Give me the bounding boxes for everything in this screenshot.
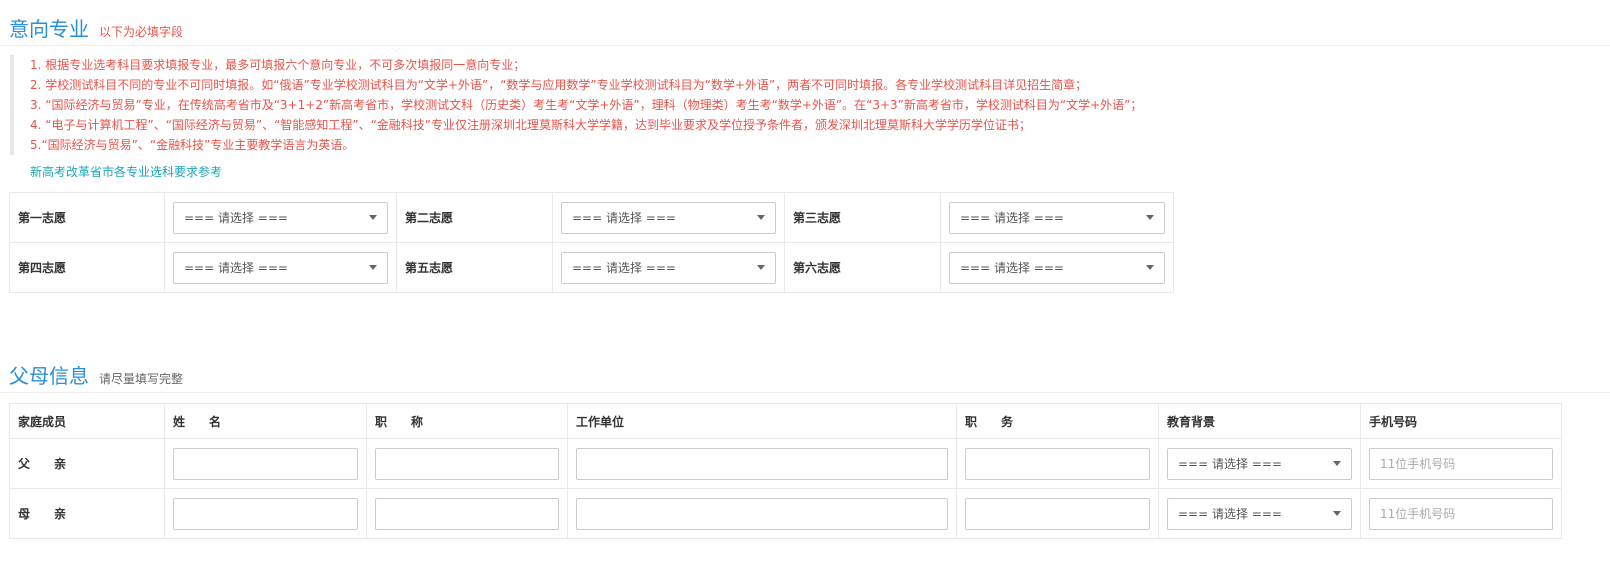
member-father: 父 亲	[9, 438, 165, 489]
cell: === 请选择 ===	[1158, 438, 1361, 489]
note-line-2: 2. 学校测试科目不同的专业不可同时填报。如“俄语”专业学校测试科目为“文学+外…	[30, 78, 1088, 92]
parents-section-subtitle: 请尽量填写完整	[99, 372, 184, 386]
header-phone: 手机号码	[1360, 403, 1562, 439]
mother-employer-input[interactable]	[576, 497, 948, 530]
choice-select-6[interactable]: === 请选择 ===	[949, 251, 1165, 284]
choice-select-1-value: === 请选择 ===	[184, 210, 288, 225]
choice-select-1[interactable]: === 请选择 ===	[173, 201, 388, 234]
choice-cell-1: === 请选择 ===	[164, 192, 397, 243]
father-position-input[interactable]	[965, 447, 1150, 480]
chevron-down-icon	[757, 264, 765, 270]
table-row: 母 亲 === 请选择 === 11位手机号码	[9, 488, 1562, 539]
chevron-down-icon	[369, 264, 377, 270]
mother-position-input[interactable]	[965, 497, 1150, 530]
header-title: 职 称	[366, 403, 568, 439]
choice-cell-3: === 请选择 ===	[940, 192, 1174, 243]
father-education-value: === 请选择 ===	[1178, 456, 1282, 471]
cell	[956, 438, 1159, 489]
choices-row: 第一志愿 === 请选择 === 第二志愿 === 请选择 === 第三志愿 =…	[9, 192, 1174, 243]
header-name: 姓 名	[164, 403, 367, 439]
chevron-down-icon	[1333, 510, 1341, 516]
major-section-subtitle: 以下为必填字段	[99, 25, 184, 39]
mother-education-select[interactable]: === 请选择 ===	[1167, 497, 1352, 530]
cell	[567, 488, 957, 539]
major-section-title: 意向专业	[9, 17, 89, 41]
choice-select-5-value: === 请选择 ===	[572, 260, 676, 275]
divider	[0, 45, 1610, 46]
header-member: 家庭成员	[9, 403, 165, 439]
choice-label-3: 第三志愿	[784, 192, 941, 243]
mother-phone-input[interactable]: 11位手机号码	[1369, 497, 1553, 530]
parents-table: 家庭成员 姓 名 职 称 工作单位 职 务 教育背景 手机号码 父 亲 === …	[9, 403, 1562, 539]
choice-select-3-value: === 请选择 ===	[960, 210, 1064, 225]
chevron-down-icon	[757, 214, 765, 220]
chevron-down-icon	[1146, 214, 1154, 220]
parents-section-header: 父母信息 请尽量填写完整	[9, 360, 183, 389]
choice-label-6: 第六志愿	[784, 242, 941, 293]
note-line-3: 3. “国际经济与贸易”专业，在传统高考省市及“3+1+2”新高考省市，学校测试…	[30, 98, 1143, 112]
choice-cell-5: === 请选择 ===	[552, 242, 785, 293]
choice-select-2[interactable]: === 请选择 ===	[561, 201, 776, 234]
note-line-1: 1. 根据专业选考科目要求填报专业，最多可填报六个意向专业，不可多次填报同一意向…	[30, 58, 526, 72]
table-row: 父 亲 === 请选择 === 11位手机号码	[9, 438, 1562, 489]
major-section-header: 意向专业 以下为必填字段	[9, 13, 183, 42]
note-line-5: 5.“国际经济与贸易”、“金融科技”专业主要教学语言为英语。	[30, 138, 355, 152]
mother-title-input[interactable]	[375, 497, 559, 530]
cell	[956, 488, 1159, 539]
header-employer: 工作单位	[567, 403, 957, 439]
choice-select-5[interactable]: === 请选择 ===	[561, 251, 776, 284]
cell: 11位手机号码	[1360, 488, 1562, 539]
father-education-select[interactable]: === 请选择 ===	[1167, 447, 1352, 480]
choice-select-3[interactable]: === 请选择 ===	[949, 201, 1165, 234]
choice-select-4-value: === 请选择 ===	[184, 260, 288, 275]
cell	[366, 488, 568, 539]
member-mother: 母 亲	[9, 488, 165, 539]
cell	[164, 438, 367, 489]
choice-select-6-value: === 请选择 ===	[960, 260, 1064, 275]
cell	[366, 438, 568, 489]
chevron-down-icon	[369, 214, 377, 220]
choice-cell-2: === 请选择 ===	[552, 192, 785, 243]
major-choices-table: 第一志愿 === 请选择 === 第二志愿 === 请选择 === 第三志愿 =…	[9, 192, 1174, 293]
parents-section-title: 父母信息	[9, 364, 89, 388]
chevron-down-icon	[1146, 264, 1154, 270]
choice-label-4: 第四志愿	[9, 242, 165, 293]
choice-cell-6: === 请选择 ===	[940, 242, 1174, 293]
chevron-down-icon	[1333, 460, 1341, 466]
cell: 11位手机号码	[1360, 438, 1562, 489]
note-line-4: 4. “电子与计算机工程”、“国际经济与贸易”、“智能感知工程”、“金融科技”专…	[30, 118, 1032, 132]
father-name-input[interactable]	[173, 447, 358, 480]
choice-cell-4: === 请选择 ===	[164, 242, 397, 293]
choice-label-1: 第一志愿	[9, 192, 165, 243]
choices-row: 第四志愿 === 请选择 === 第五志愿 === 请选择 === 第六志愿 =…	[9, 242, 1174, 293]
subject-requirements-link[interactable]: 新高考改革省市各专业选科要求参考	[30, 163, 222, 180]
cell: === 请选择 ===	[1158, 488, 1361, 539]
header-position: 职 务	[956, 403, 1159, 439]
choice-label-2: 第二志愿	[396, 192, 553, 243]
divider	[0, 392, 1610, 393]
table-header-row: 家庭成员 姓 名 职 称 工作单位 职 务 教育背景 手机号码	[9, 403, 1562, 439]
choice-select-2-value: === 请选择 ===	[572, 210, 676, 225]
major-notes: 1. 根据专业选考科目要求填报专业，最多可填报六个意向专业，不可多次填报同一意向…	[10, 55, 1600, 155]
father-title-input[interactable]	[375, 447, 559, 480]
mother-name-input[interactable]	[173, 497, 358, 530]
header-education: 教育背景	[1158, 403, 1361, 439]
father-phone-input[interactable]: 11位手机号码	[1369, 447, 1553, 480]
choice-select-4[interactable]: === 请选择 ===	[173, 251, 388, 284]
cell	[164, 488, 367, 539]
mother-education-value: === 请选择 ===	[1178, 506, 1282, 521]
father-employer-input[interactable]	[576, 447, 948, 480]
cell	[567, 438, 957, 489]
choice-label-5: 第五志愿	[396, 242, 553, 293]
